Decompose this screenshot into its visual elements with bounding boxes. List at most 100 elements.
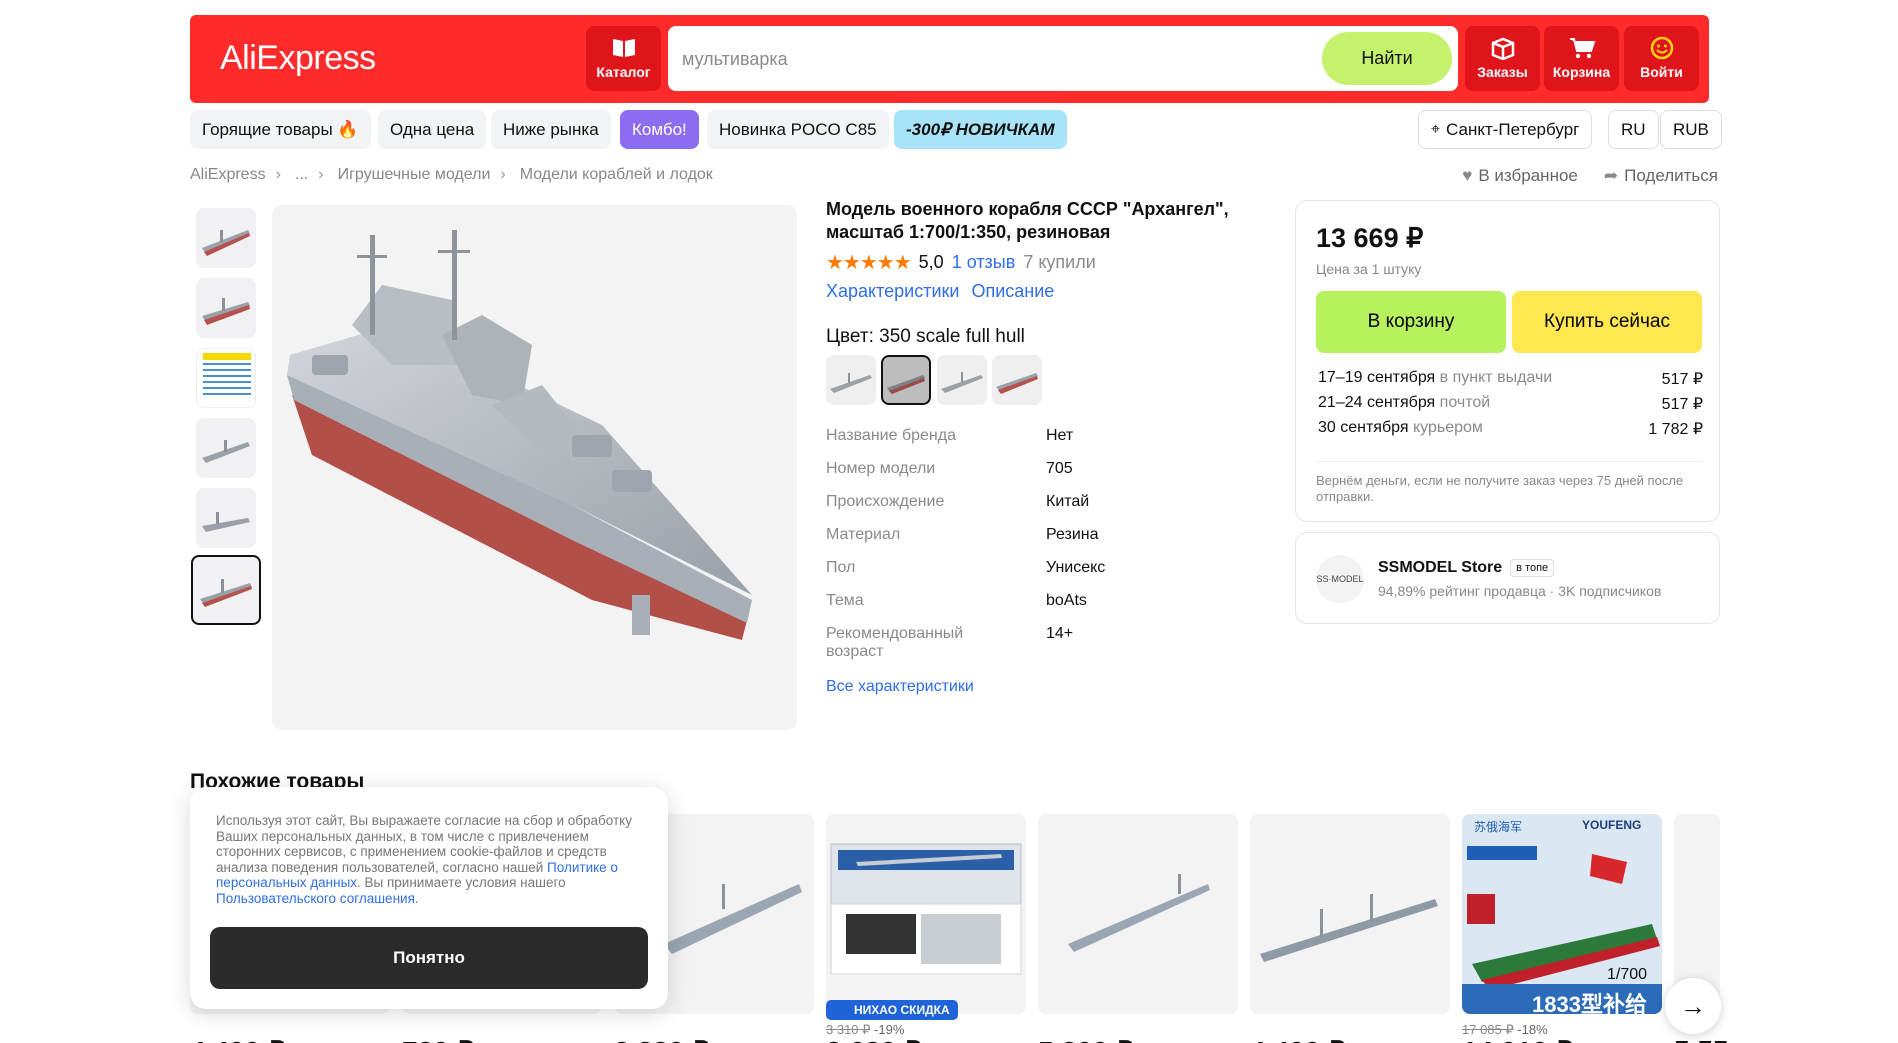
delivery-date: 17–19 сентября — [1318, 369, 1436, 386]
product-card[interactable] — [1038, 814, 1238, 1014]
color-label: Цвет: 350 scale full hull — [826, 326, 1025, 347]
delivery-option[interactable]: 30 сентября курьером 1 782 ₽ — [1318, 419, 1703, 439]
share-button[interactable]: ➦ Поделиться — [1604, 166, 1718, 186]
spec-key: Рекомендованный возраст — [826, 625, 1046, 661]
gallery-thumbnail[interactable] — [196, 208, 256, 268]
card-price: 14 010 ₽ — [1462, 1035, 1573, 1043]
product-tabs: Характеристики Описание — [826, 281, 1054, 302]
gallery-thumbnail[interactable] — [196, 418, 256, 478]
tab-specs[interactable]: Характеристики — [826, 281, 959, 302]
buy-box: 13 669 ₽ Цена за 1 штуку В корзину Купит… — [1295, 200, 1720, 522]
box-icon — [1491, 37, 1514, 60]
rating-value: 5,0 — [918, 252, 944, 272]
store-stats: 94,89% рейтинг продавца · 3K подписчиков — [1378, 583, 1662, 599]
ship-image — [996, 373, 1038, 394]
tab-description[interactable]: Описание — [971, 281, 1054, 302]
currency-selector[interactable]: RUB — [1660, 110, 1722, 149]
cart-button[interactable]: Корзина — [1544, 26, 1619, 91]
main-product-image[interactable] — [272, 205, 797, 730]
delivery-when: 21–24 сентября почтой — [1318, 394, 1490, 414]
delivery-price: 1 782 ₽ — [1648, 421, 1703, 438]
gallery-thumbnail-selected[interactable] — [191, 555, 261, 625]
delivery-when: 17–19 сентября в пункт выдачи — [1318, 369, 1552, 389]
promo-hot[interactable]: Горящие товары 🔥 — [190, 110, 371, 149]
delivery-option[interactable]: 21–24 сентября почтой 517 ₽ — [1318, 394, 1703, 414]
promo-new-poco[interactable]: Новинка POCO C85 — [707, 110, 889, 149]
promo-newbie[interactable]: -300₽ НОВИЧКАМ — [894, 110, 1067, 149]
reviews-link[interactable]: 1 отзыв — [952, 252, 1016, 273]
catalog-label: Каталог — [596, 64, 651, 80]
color-swatch[interactable] — [937, 355, 987, 405]
card-price: 720 ₽ — [402, 1035, 474, 1043]
cookie-accept-button[interactable]: Понятно — [210, 927, 648, 989]
spec-key: Материал — [826, 526, 901, 543]
gallery-thumbnail[interactable] — [196, 278, 256, 338]
breadcrumb-item[interactable]: Игрушечные модели — [338, 166, 491, 184]
product-card[interactable] — [826, 814, 1026, 1014]
user-agreement-link[interactable]: Пользовательского соглашения — [216, 891, 415, 906]
breadcrumb: AliExpress › ... › Игрушечные модели › Моде… — [190, 166, 723, 184]
ship-image — [941, 372, 983, 393]
cookie-banner: Используя этот сайт, Вы выражаете соглас… — [190, 787, 668, 1009]
delivery-price: 517 ₽ — [1661, 396, 1703, 413]
language-selector[interactable]: RU — [1608, 110, 1659, 149]
spec-value: 705 — [1046, 460, 1073, 477]
breadcrumb-item[interactable]: ... — [295, 166, 308, 184]
divider — [1316, 461, 1701, 462]
breadcrumb-item[interactable]: AliExpress — [190, 166, 266, 184]
gallery-thumbnail[interactable] — [196, 488, 256, 548]
spec-key: Номер модели — [826, 460, 936, 477]
box-scale: 1/700 — [1607, 966, 1648, 983]
buy-now-button[interactable]: Купить сейчас — [1512, 291, 1702, 353]
product-card[interactable]: 苏俄海军 YOUFENG 1/700 1833型补给舰 — [1462, 814, 1662, 1014]
store-card[interactable]: SS·MODEL SSMODEL Store в топе 94,89% рей… — [1295, 532, 1720, 624]
favorite-label: В избранное — [1478, 166, 1578, 185]
promo-one-price[interactable]: Одна цена — [378, 110, 487, 149]
search-box: Найти — [668, 26, 1458, 91]
spec-value: Унисекс — [1046, 559, 1106, 576]
parts-sheet-image — [203, 353, 251, 395]
gallery-thumbnail[interactable] — [196, 348, 256, 408]
model-kit-box-image — [830, 843, 1022, 975]
spec-key: Тема — [826, 592, 864, 609]
promo-below-market[interactable]: Ниже рынка — [491, 110, 611, 149]
favorite-button[interactable]: ♥ В избранное — [1462, 166, 1578, 186]
spec-key: Пол — [826, 559, 856, 576]
add-to-cart-button[interactable]: В корзину — [1316, 291, 1506, 353]
ship-image — [887, 375, 925, 394]
product-actions: ♥ В избранное ➦ Поделиться — [1462, 166, 1718, 186]
star-rating-icon: ★★★★★ — [826, 252, 912, 274]
price: 13 669 ₽ — [1316, 223, 1424, 253]
spec-row: Пол Унисекс — [826, 559, 1266, 577]
delivery-date: 30 сентября — [1318, 419, 1409, 436]
chevron-right-icon: › — [500, 166, 506, 183]
cookie-text-part: . — [414, 890, 419, 906]
delivery-when: 30 сентября курьером — [1318, 419, 1483, 439]
spec-row: Номер модели 705 — [826, 460, 1266, 478]
all-specs-link[interactable]: Все характеристики — [826, 678, 974, 696]
aliexpress-logo[interactable]: AliExpress — [220, 39, 376, 78]
delivery-date: 21–24 сентября — [1318, 394, 1436, 411]
city-selector[interactable]: ⌖ Санкт-Петербург — [1418, 110, 1593, 149]
color-swatch-selected[interactable] — [881, 355, 931, 405]
product-card[interactable] — [1250, 814, 1450, 1014]
search-input[interactable] — [682, 42, 1282, 76]
ship-image — [202, 512, 250, 532]
search-button[interactable]: Найти — [1322, 32, 1452, 85]
color-swatch[interactable] — [826, 355, 876, 405]
spec-row: Происхождение Китай — [826, 493, 1266, 511]
color-swatch[interactable] — [992, 355, 1042, 405]
orders-button[interactable]: Заказы — [1465, 26, 1540, 91]
store-name: SSMODEL Store — [1378, 559, 1503, 576]
delivery-option[interactable]: 17–19 сентября в пункт выдачи 517 ₽ — [1318, 369, 1703, 389]
breadcrumb-item[interactable]: Модели кораблей и лодок — [520, 166, 713, 184]
spec-value: Китай — [1046, 493, 1090, 510]
catalog-button[interactable]: Каталог — [586, 26, 661, 91]
delivery-method: курьером — [1412, 419, 1483, 436]
cookie-text-part: . Вы принимаете условия нашего — [357, 875, 566, 890]
promo-combo[interactable]: Комбо! — [620, 110, 699, 149]
carousel-next-button[interactable]: → — [1665, 978, 1721, 1034]
card-price: 4 400 ₽ — [190, 1035, 286, 1043]
cart-icon — [1569, 38, 1595, 59]
login-button[interactable]: Войти — [1624, 26, 1699, 91]
